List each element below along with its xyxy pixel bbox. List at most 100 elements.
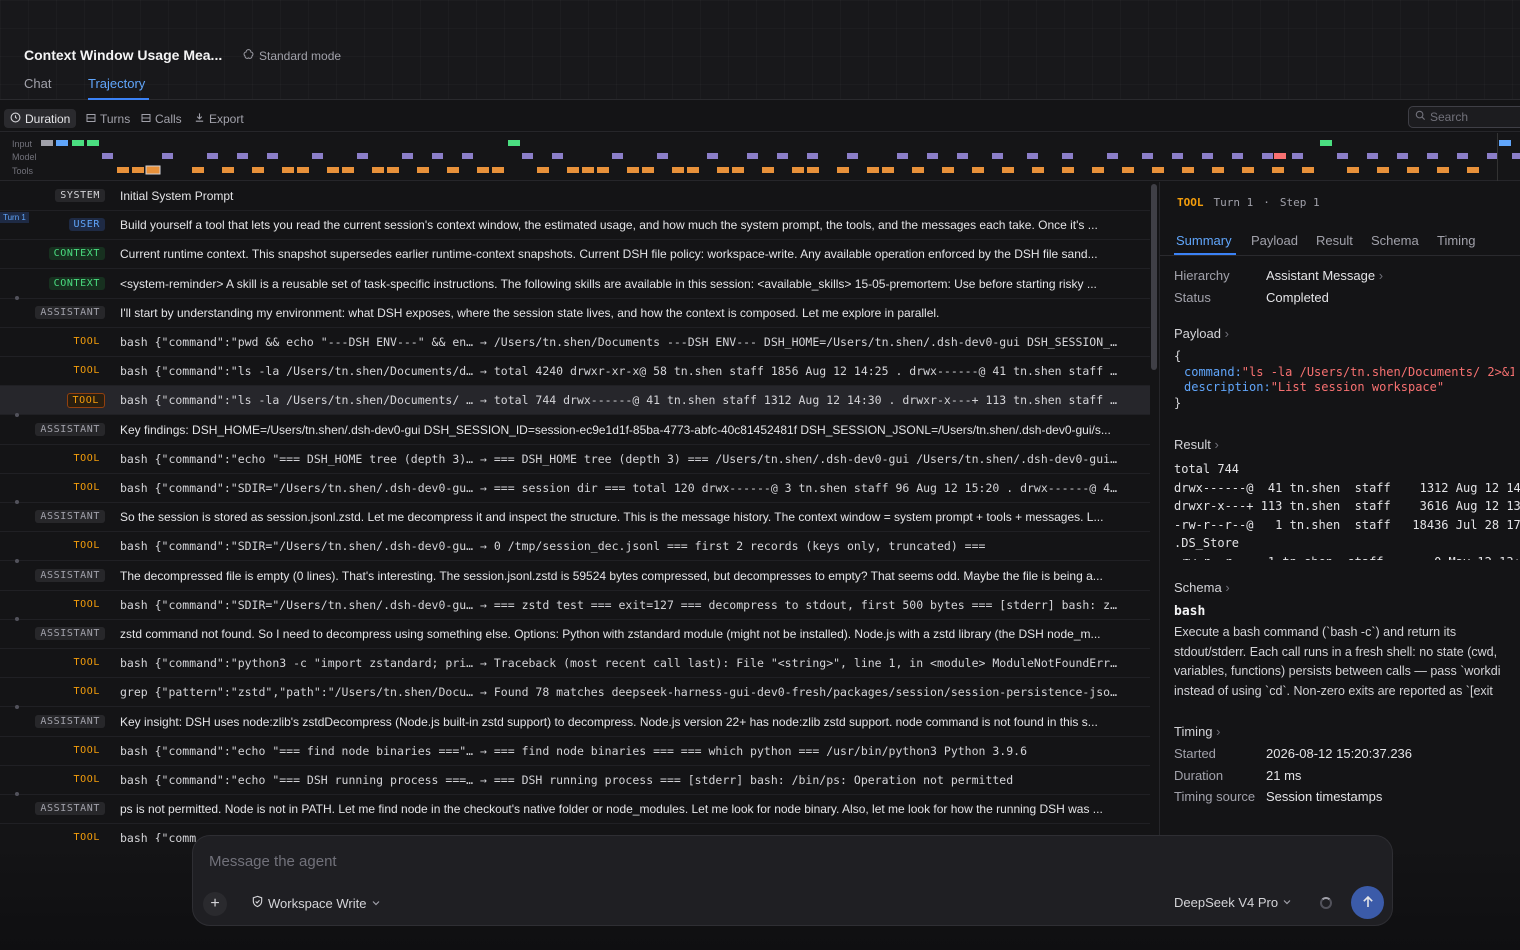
timeline-segment[interactable] — [627, 167, 639, 173]
timeline-segment[interactable] — [1457, 153, 1468, 159]
timeline-segment[interactable] — [342, 167, 354, 173]
timeline-segment[interactable] — [102, 153, 113, 159]
timeline-segment[interactable] — [1062, 167, 1074, 173]
tab-payload[interactable]: Payload — [1251, 233, 1298, 248]
model-select[interactable]: DeepSeek V4 Pro — [1174, 895, 1292, 910]
timeline-segment[interactable] — [992, 153, 1003, 159]
timeline-segment[interactable] — [462, 153, 473, 159]
timeline-segment[interactable] — [1407, 167, 1419, 173]
timeline-segment[interactable] — [807, 153, 818, 159]
trajectory-row[interactable]: TOOL bash {"command":"pwd && echo "---DSH… — [0, 328, 1150, 357]
timeline-segment[interactable] — [942, 167, 954, 173]
timeline-segment[interactable] — [522, 153, 533, 159]
timeline-segment[interactable] — [1272, 167, 1284, 173]
timeline-segment[interactable] — [972, 167, 984, 173]
timeline-segment[interactable] — [1142, 153, 1153, 159]
timeline-overview[interactable]: Input Model Tools — [0, 133, 1520, 181]
timeline-segment[interactable] — [1499, 140, 1511, 146]
timeline-segment[interactable] — [1427, 153, 1438, 159]
timeline-segment[interactable] — [882, 167, 894, 173]
timeline-segment[interactable] — [72, 140, 84, 146]
timeline-segment[interactable] — [1172, 153, 1183, 159]
timeline-segment[interactable] — [657, 153, 668, 159]
timeline-segment[interactable] — [847, 153, 858, 159]
timeline-segment[interactable] — [492, 167, 504, 173]
timeline-segment[interactable] — [1092, 167, 1104, 173]
timeline-segment[interactable] — [867, 167, 879, 173]
message-input[interactable]: Message the agent — [209, 853, 337, 870]
timeline-bars[interactable] — [0, 133, 1520, 181]
timeline-segment[interactable] — [1512, 153, 1520, 159]
timeline-segment[interactable] — [132, 167, 144, 173]
trajectory-row[interactable]: CONTEXT <system-reminder> A skill is a re… — [0, 270, 1150, 299]
trajectory-row[interactable]: ASSISTANT ps is not permitted. Node is no… — [0, 792, 1150, 825]
timeline-segment[interactable] — [447, 167, 459, 173]
timeline-segment[interactable] — [1122, 167, 1134, 173]
list-scrollbar[interactable] — [1151, 184, 1157, 370]
timeline-segment[interactable] — [912, 167, 924, 173]
timeline-segment[interactable] — [1292, 153, 1303, 159]
timeline-segment[interactable] — [432, 153, 443, 159]
timeline-segment[interactable] — [1302, 167, 1314, 173]
timeline-segment[interactable] — [312, 153, 323, 159]
timeline-segment[interactable] — [162, 153, 173, 159]
timeline-segment[interactable] — [267, 153, 278, 159]
search-input[interactable]: Search — [1408, 106, 1520, 128]
calls-view-button[interactable]: Calls — [135, 109, 188, 128]
timeline-segment[interactable] — [582, 167, 594, 173]
tab-result[interactable]: Result — [1316, 233, 1353, 248]
timeline-segment[interactable] — [192, 167, 204, 173]
timeline-segment[interactable] — [642, 167, 654, 173]
timeline-segment[interactable] — [762, 167, 774, 173]
timeline-segment[interactable] — [417, 167, 429, 173]
timeline-segment[interactable] — [707, 153, 718, 159]
timeline-segment[interactable] — [777, 153, 788, 159]
trajectory-row[interactable]: TOOL grep {"pattern":"zstd","path":"/User… — [0, 678, 1150, 708]
timeline-segment[interactable] — [597, 167, 609, 173]
timeline-segment[interactable] — [1337, 153, 1348, 159]
trajectory-row[interactable]: ASSISTANT Key insight: DSH uses node:zlib… — [0, 704, 1150, 737]
timeline-segment[interactable] — [807, 167, 819, 173]
tab-trajectory[interactable]: Trajectory — [88, 76, 145, 91]
timeline-segment[interactable] — [372, 167, 384, 173]
duration-view-button[interactable]: Duration — [4, 109, 77, 128]
tab-chat[interactable]: Chat — [24, 76, 51, 91]
timeline-segment[interactable] — [1182, 167, 1194, 173]
timeline-segment[interactable] — [612, 153, 623, 159]
timeline-segment[interactable] — [1262, 153, 1273, 159]
timeline-segment[interactable] — [117, 167, 129, 173]
timeline-segment[interactable] — [717, 167, 729, 173]
workspace-permission-select[interactable]: Workspace Write — [251, 895, 381, 911]
mode-indicator[interactable]: Standard mode — [242, 48, 341, 64]
timeline-segment[interactable] — [1232, 153, 1243, 159]
timeline-segment[interactable] — [837, 167, 849, 173]
timeline-segment[interactable] — [687, 167, 699, 173]
trajectory-row[interactable]: ASSISTANT So the session is stored as ses… — [0, 500, 1150, 533]
timeline-segment[interactable] — [792, 167, 804, 173]
trajectory-row[interactable]: TOOL bash {"command":"SDIR="/Users/tn.she… — [0, 532, 1150, 562]
timeline-segment[interactable] — [477, 167, 489, 173]
trajectory-row[interactable]: TOOL bash {"command":"echo "=== DSH runni… — [0, 766, 1150, 795]
timeline-segment[interactable] — [357, 153, 368, 159]
trajectory-row[interactable]: TOOL bash {"command":"SDIR="/Users/tn.she… — [0, 474, 1150, 503]
timeline-segment[interactable] — [747, 153, 758, 159]
timeline-segment[interactable] — [957, 153, 968, 159]
timeline-segment[interactable] — [297, 167, 309, 173]
trajectory-row[interactable]: TOOL bash {"command":"python3 -c "import … — [0, 649, 1150, 679]
timeline-segment[interactable] — [237, 153, 248, 159]
result-section-header[interactable]: Result › — [1174, 437, 1219, 452]
trajectory-row[interactable]: CONTEXT Current runtime context. This sna… — [0, 240, 1150, 270]
trajectory-row[interactable]: ASSISTANT Key findings: DSH_HOME=/Users/t… — [0, 412, 1150, 445]
trajectory-row[interactable]: ASSISTANT The decompressed file is empty … — [0, 558, 1150, 591]
timeline-segment[interactable] — [282, 167, 294, 173]
send-button[interactable] — [1351, 886, 1384, 919]
timeline-segment[interactable] — [327, 167, 339, 173]
session-title[interactable]: Context Window Usage Mea... — [24, 47, 222, 63]
tab-timing[interactable]: Timing — [1437, 233, 1476, 248]
tab-schema[interactable]: Schema — [1371, 233, 1419, 248]
timeline-segment[interactable] — [1152, 167, 1164, 173]
timeline-segment[interactable] — [402, 153, 413, 159]
timeline-segment[interactable] — [567, 167, 579, 173]
add-attachment-button[interactable]: + — [203, 892, 227, 916]
trajectory-row[interactable]: ASSISTANT zstd command not found. So I ne… — [0, 617, 1150, 649]
